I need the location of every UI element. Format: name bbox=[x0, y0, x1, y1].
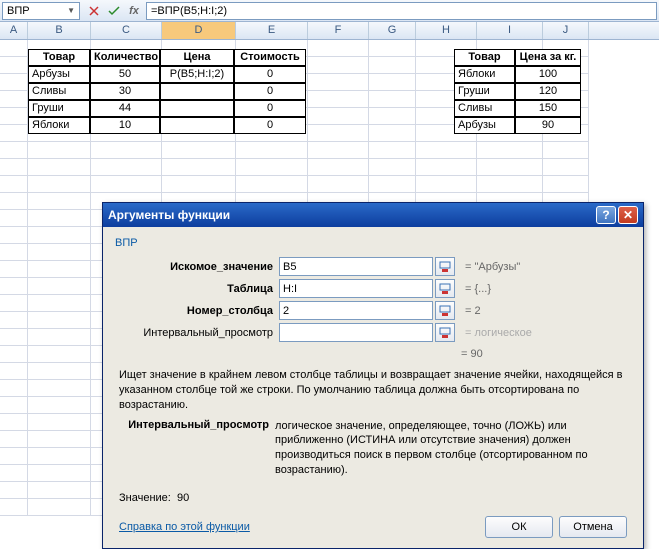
table-cell[interactable]: Арбузы bbox=[454, 117, 515, 134]
arg-result: = {...} bbox=[465, 283, 491, 295]
table-cell[interactable] bbox=[160, 117, 234, 134]
arg-result: = 2 bbox=[465, 305, 481, 317]
help-link[interactable]: Справка по этой функции bbox=[119, 521, 250, 533]
arg-result: = логическое bbox=[465, 327, 532, 339]
column-header[interactable]: D bbox=[162, 22, 236, 39]
function-result: = 90 bbox=[461, 348, 631, 360]
arg-label: Искомое_значение bbox=[115, 261, 279, 273]
data-table-left: ТоварКоличествоЦенаСтоимость Арбузы50Р(B5… bbox=[28, 49, 306, 134]
column-header[interactable]: C bbox=[91, 22, 162, 39]
column-header[interactable]: E bbox=[236, 22, 308, 39]
column-header[interactable]: B bbox=[28, 22, 91, 39]
dialog-title: Аргументы функции bbox=[108, 208, 230, 222]
arg-desc-name: Интервальный_просмотр bbox=[119, 419, 275, 478]
table-header-cell[interactable]: Количество bbox=[90, 49, 160, 66]
table-cell[interactable]: Груши bbox=[28, 100, 90, 117]
ok-button[interactable]: ОК bbox=[485, 516, 553, 538]
range-select-button[interactable] bbox=[435, 301, 455, 320]
table-cell[interactable]: Яблоки bbox=[454, 66, 515, 83]
formula-bar: ВПР ▼ fx =ВПР(B5;H:I;2) bbox=[0, 0, 659, 22]
arg-row: Искомое_значение = "Арбузы" bbox=[115, 257, 631, 276]
table-cell[interactable]: 0 bbox=[234, 66, 306, 83]
arg-input[interactable] bbox=[279, 257, 433, 276]
table-header-cell[interactable]: Стоимость bbox=[234, 49, 306, 66]
arg-label: Номер_столбца bbox=[115, 305, 279, 317]
table-cell[interactable]: Р(B5;H:I;2) bbox=[160, 66, 234, 83]
table-header-cell[interactable]: Товар bbox=[28, 49, 90, 66]
table-cell[interactable]: 120 bbox=[515, 83, 581, 100]
arg-desc-text: логическое значение, определяющее, точно… bbox=[275, 419, 627, 478]
function-description: Ищет значение в крайнем левом столбце та… bbox=[119, 368, 627, 413]
column-header[interactable]: J bbox=[543, 22, 589, 39]
table-cell[interactable]: 150 bbox=[515, 100, 581, 117]
arg-input[interactable] bbox=[279, 301, 433, 320]
arg-input[interactable] bbox=[279, 279, 433, 298]
range-select-button[interactable] bbox=[435, 257, 455, 276]
table-cell[interactable]: Сливы bbox=[454, 100, 515, 117]
column-header-row: ABCDEFGHIJ bbox=[0, 22, 659, 40]
cancel-button[interactable]: Отмена bbox=[559, 516, 627, 538]
table-cell[interactable]: 90 bbox=[515, 117, 581, 134]
column-header[interactable]: I bbox=[477, 22, 543, 39]
range-select-button[interactable] bbox=[435, 279, 455, 298]
column-header[interactable]: F bbox=[308, 22, 369, 39]
range-select-button[interactable] bbox=[435, 323, 455, 342]
function-name: ВПР bbox=[115, 237, 631, 249]
name-box-value: ВПР bbox=[7, 5, 30, 17]
table-cell[interactable]: Сливы bbox=[28, 83, 90, 100]
table-cell[interactable]: 0 bbox=[234, 117, 306, 134]
arg-row: Таблица = {...} bbox=[115, 279, 631, 298]
arg-label: Интервальный_просмотр bbox=[115, 327, 279, 339]
dropdown-icon[interactable]: ▼ bbox=[67, 6, 75, 15]
table-cell[interactable]: 30 bbox=[90, 83, 160, 100]
table-cell[interactable]: 10 bbox=[90, 117, 160, 134]
table-header-cell[interactable]: Товар bbox=[454, 49, 515, 66]
table-cell[interactable]: Груши bbox=[454, 83, 515, 100]
arg-label: Таблица bbox=[115, 283, 279, 295]
table-header-cell[interactable]: Цена bbox=[160, 49, 234, 66]
formula-input[interactable]: =ВПР(B5;H:I;2) bbox=[146, 2, 657, 20]
dialog-close-button[interactable]: ✕ bbox=[618, 206, 638, 224]
table-header-cell[interactable]: Цена за кг. bbox=[515, 49, 581, 66]
table-cell[interactable]: 0 bbox=[234, 83, 306, 100]
fx-button[interactable]: fx bbox=[125, 2, 143, 20]
column-header[interactable]: G bbox=[369, 22, 416, 39]
column-header[interactable]: A bbox=[0, 22, 28, 39]
table-cell[interactable]: 100 bbox=[515, 66, 581, 83]
data-table-right: ТоварЦена за кг.Яблоки100Груши120Сливы15… bbox=[454, 49, 581, 134]
value-line: Значение: 90 bbox=[119, 492, 627, 504]
arg-result: = "Арбузы" bbox=[465, 261, 520, 273]
table-cell[interactable]: 50 bbox=[90, 66, 160, 83]
table-cell[interactable]: Арбузы bbox=[28, 66, 90, 83]
cancel-formula-button[interactable] bbox=[85, 2, 103, 20]
arg-row: Интервальный_просмотр = логическое bbox=[115, 323, 631, 342]
column-header[interactable]: H bbox=[416, 22, 477, 39]
table-cell[interactable] bbox=[160, 83, 234, 100]
name-box[interactable]: ВПР ▼ bbox=[2, 2, 80, 20]
arg-row: Номер_столбца = 2 bbox=[115, 301, 631, 320]
accept-formula-button[interactable] bbox=[105, 2, 123, 20]
function-arguments-dialog: Аргументы функции ? ✕ ВПР Искомое_значен… bbox=[102, 202, 644, 549]
table-cell[interactable] bbox=[160, 100, 234, 117]
dialog-help-button[interactable]: ? bbox=[596, 206, 616, 224]
table-cell[interactable]: Яблоки bbox=[28, 117, 90, 134]
table-cell[interactable]: 44 bbox=[90, 100, 160, 117]
arg-input[interactable] bbox=[279, 323, 433, 342]
table-cell[interactable]: 0 bbox=[234, 100, 306, 117]
dialog-title-bar[interactable]: Аргументы функции ? ✕ bbox=[103, 203, 643, 227]
